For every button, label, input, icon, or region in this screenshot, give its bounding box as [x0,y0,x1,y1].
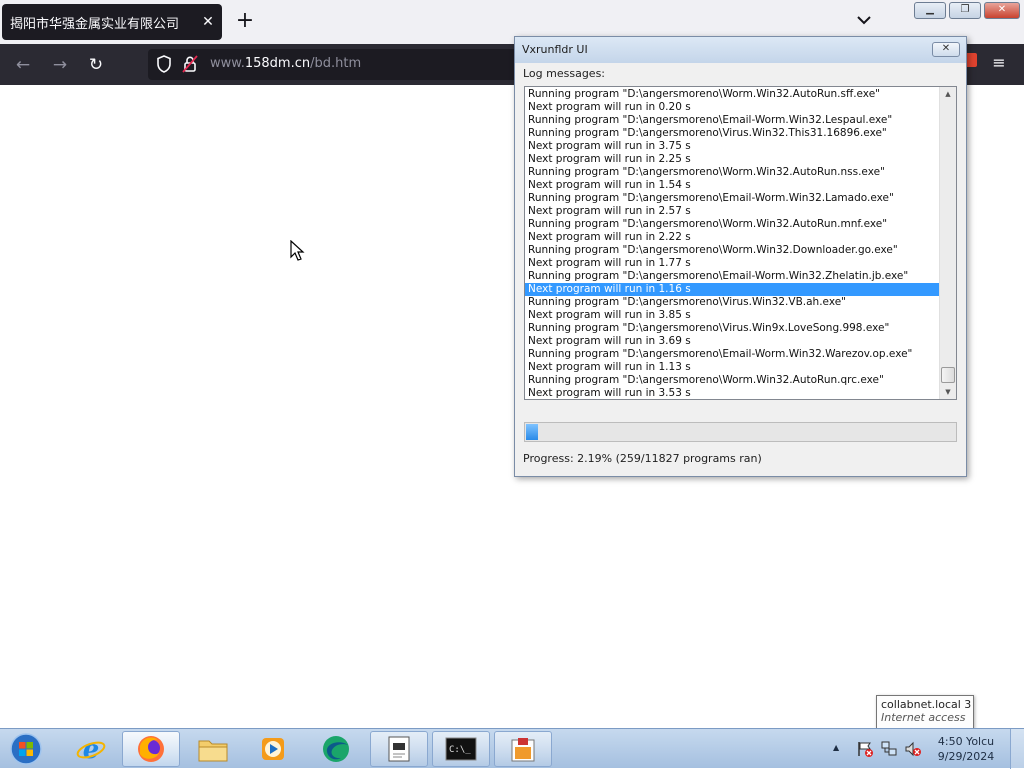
action-center-flag-icon[interactable] [856,740,874,758]
log-line[interactable]: Next program will run in 2.57 s [525,205,940,218]
scroll-up-arrow-icon[interactable]: ▲ [940,87,956,101]
log-line[interactable]: Next program will run in 1.54 s [525,179,940,192]
url-prefix: www. [210,56,245,71]
close-window-button[interactable]: ✕ [984,2,1020,19]
log-line[interactable]: Running program "D:\angersmoreno\Virus.W… [525,322,940,335]
url-domain: 158dm.cn [244,56,311,71]
paint-icon [511,738,535,762]
log-line[interactable]: Running program "D:\angersmoreno\Virus.W… [525,127,940,140]
taskbar-notepad[interactable] [370,731,428,767]
progress-bar [524,422,957,442]
log-line[interactable]: Running program "D:\angersmoreno\Worm.Wi… [525,166,940,179]
shield-icon[interactable] [156,55,172,73]
progress-fill [526,424,538,440]
show-hidden-icons-arrow-icon[interactable]: ▲ [833,743,839,752]
taskbar-firefox[interactable] [122,731,180,767]
log-listbox[interactable]: Running program "D:\angersmoreno\Worm.Wi… [524,86,957,400]
network-name: collabnet.local 3 [881,698,972,711]
clock-time: 4:50 Yolcu [937,735,995,748]
taskbar-browser-app[interactable] [308,731,366,767]
taskbar-paint[interactable] [494,731,552,767]
log-line[interactable]: Next program will run in 2.25 s [525,153,940,166]
scroll-down-arrow-icon[interactable]: ▼ [940,385,956,399]
log-scrollbar[interactable]: ▲ ▼ [939,87,956,399]
dialog-close-button[interactable]: ✕ [932,42,960,57]
url-bar[interactable]: www.158dm.cn/bd.htm [148,49,528,80]
network-icon[interactable] [880,740,898,758]
clock-date: 9/29/2024 [937,750,995,763]
tab-close-icon[interactable]: ✕ [194,14,222,30]
log-lines: Running program "D:\angersmoreno\Worm.Wi… [525,88,940,399]
back-button[interactable]: ← [12,54,34,76]
log-messages-label: Log messages: [523,67,606,80]
media-player-icon [262,738,284,760]
dialog-title: Vxrunfldr UI [522,43,588,56]
progress-text: Progress: 2.19% (259/11827 programs ran) [523,452,762,465]
restore-button[interactable]: ❐ [949,2,981,19]
log-line[interactable]: Next program will run in 3.85 s [525,309,940,322]
forward-button[interactable]: → [49,54,71,76]
reload-button[interactable]: ↻ [85,54,107,76]
log-line[interactable]: Next program will run in 3.69 s [525,335,940,348]
network-status: Internet access [881,711,966,724]
log-line[interactable]: Next program will run in 1.77 s [525,257,940,270]
log-line[interactable]: Next program will run in 1.16 s [525,283,940,296]
taskbar-command-prompt[interactable]: C:\_ [432,731,490,767]
log-line[interactable]: Running program "D:\angersmoreno\Email-W… [525,348,940,361]
log-line[interactable]: Running program "D:\angersmoreno\Email-W… [525,114,940,127]
taskbar: e C:\_ ▲ 4:50 Yolcu 9/29/2024 [0,728,1024,769]
list-all-tabs-icon[interactable] [852,10,876,34]
start-button[interactable] [4,731,48,767]
tab-active[interactable]: 揭阳市华强金属实业有限公司 ✕ [2,4,222,40]
command-prompt-icon: C:\_ [445,737,477,761]
log-line[interactable]: Next program will run in 3.53 s [525,387,940,399]
scroll-thumb[interactable] [941,367,955,383]
new-tab-button[interactable]: + [232,10,258,34]
svg-text:e: e [83,735,100,764]
taskbar-internet-explorer[interactable]: e [62,731,120,767]
log-line[interactable]: Running program "D:\angersmoreno\Email-W… [525,192,940,205]
log-line[interactable]: Running program "D:\angersmoreno\Worm.Wi… [525,374,940,387]
taskbar-media-player[interactable] [244,731,302,767]
log-line[interactable]: Next program will run in 3.75 s [525,140,940,153]
log-line[interactable]: Next program will run in 0.20 s [525,101,940,114]
menu-button[interactable]: ≡ [988,53,1010,75]
chevron-down-icon [857,16,871,25]
show-desktop-button[interactable] [1010,729,1024,769]
insecure-lock-icon[interactable] [182,55,198,73]
document-icon [388,736,410,762]
log-line[interactable]: Next program will run in 1.13 s [525,361,940,374]
svg-text:C:\_: C:\_ [449,745,471,755]
url-text[interactable]: www.158dm.cn/bd.htm [210,56,361,71]
log-line[interactable]: Running program "D:\angersmoreno\Email-W… [525,270,940,283]
firefox-icon [138,736,164,762]
log-line[interactable]: Running program "D:\angersmoreno\Worm.Wi… [525,244,940,257]
log-line[interactable]: Running program "D:\angersmoreno\Worm.Wi… [525,88,940,101]
window-controls: ▁ ❐ ✕ [914,2,1020,19]
tab-title: 揭阳市华强金属实业有限公司 [10,16,180,32]
mouse-cursor-icon [290,240,305,261]
internet-explorer-icon: e [76,735,106,764]
folder-icon [198,740,228,762]
taskbar-clock[interactable]: 4:50 Yolcu 9/29/2024 [936,734,996,764]
minimize-button[interactable]: ▁ [914,2,946,19]
log-line[interactable]: Running program "D:\angersmoreno\Virus.W… [525,296,940,309]
network-tooltip: collabnet.local 3 Internet access [876,695,974,729]
volume-muted-icon[interactable] [904,740,922,758]
log-line[interactable]: Next program will run in 2.22 s [525,231,940,244]
vxrunfldr-dialog: Vxrunfldr UI ✕ Log messages: Running pro… [514,36,967,477]
log-line[interactable]: Running program "D:\angersmoreno\Worm.Wi… [525,218,940,231]
browser-globe-icon [323,736,349,762]
dialog-titlebar[interactable]: Vxrunfldr UI ✕ [515,37,966,63]
taskbar-file-explorer[interactable] [184,731,242,767]
url-path: /bd.htm [310,56,362,71]
